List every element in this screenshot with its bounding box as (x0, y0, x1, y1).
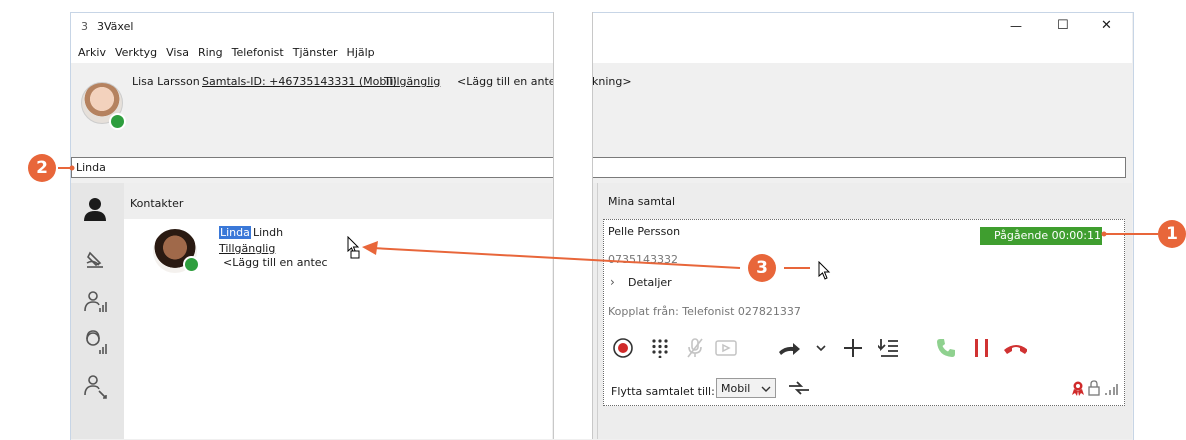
annotation-badge-1: 1 (1158, 220, 1186, 248)
annotation-layer (58, 165, 1158, 269)
annotation-badge-2: 2 (28, 154, 56, 182)
annotation-badge-3: 3 (748, 254, 776, 282)
